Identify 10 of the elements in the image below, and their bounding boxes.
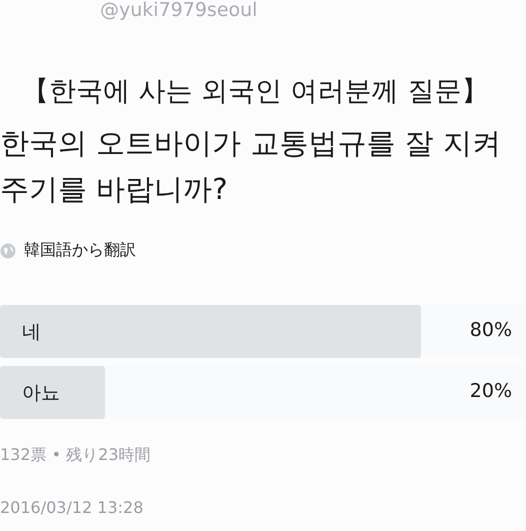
- translate-link[interactable]: 韓国語から翻訳: [24, 240, 136, 261]
- option-label: 아뇨: [22, 381, 60, 406]
- poll-question: 한국의 오트바이가 교통법규를 잘 지켜 주기를 바랍니까?: [0, 125, 502, 208]
- tweet-title: 【한국에 사는 외국인 여러분께 질문】: [22, 75, 490, 109]
- option-label: 네: [22, 320, 41, 345]
- globe-icon: [0, 242, 16, 258]
- tweet-timestamp: 2016/03/12 13:28: [0, 498, 144, 517]
- poll-summary: 132票 • 残り23時間: [0, 445, 152, 466]
- option-percent: 80%: [470, 319, 512, 341]
- option-percent: 20%: [470, 380, 512, 402]
